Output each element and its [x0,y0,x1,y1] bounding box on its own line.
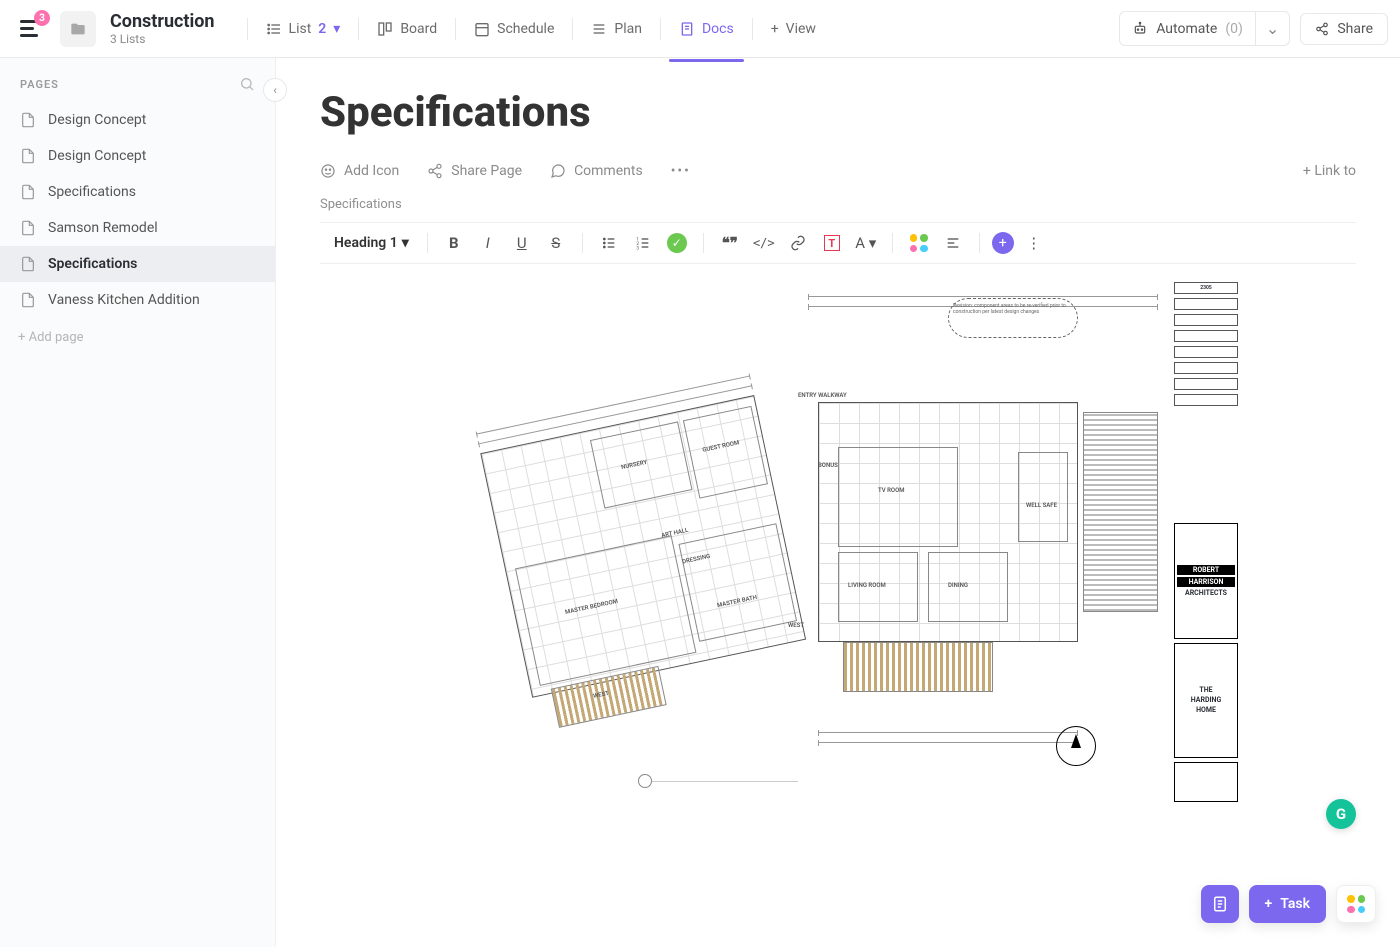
svg-text:3: 3 [636,246,639,251]
floorplan-image: NURSERY GUEST ROOM MASTER BEDROOM MASTER… [438,282,1238,802]
sidebar-item-page[interactable]: Design Concept [0,102,275,138]
automate-button-group: Automate (0) ⌄ [1119,11,1290,46]
share-button[interactable]: Share [1300,13,1388,45]
chevron-down-icon: ▾ [333,21,340,37]
plus-icon: + [992,232,1014,254]
page-icon [20,220,36,236]
new-task-button[interactable]: + Task [1249,885,1326,923]
page-label: Samson Remodel [48,220,158,236]
comments-button[interactable]: Comments [550,163,643,179]
robot-icon [1132,21,1148,37]
checklist-button[interactable]: ✓ [663,229,691,257]
italic-button[interactable]: I [474,229,502,257]
sidebar-item-page[interactable]: Specifications [0,246,275,282]
bold-button[interactable]: B [440,229,468,257]
editor-toolbar: Heading 1 ▾ B I U S 123 ✓ ❝❞ </> T A ▾ +… [320,222,1356,264]
caret-down-icon: ▾ [402,235,409,251]
floating-actions: + Task [1201,885,1376,923]
link-button[interactable] [784,229,812,257]
project-subtitle: 3 Lists [110,32,215,46]
notification-badge: 3 [34,10,50,26]
plus-icon: + [771,21,779,37]
tab-schedule[interactable]: Schedule [460,13,568,45]
page-label: Specifications [48,256,137,272]
slider-knob[interactable] [638,774,652,788]
apps-button[interactable] [905,229,933,257]
bullet-list-button[interactable] [595,229,623,257]
more-toolbar[interactable]: ⋮ [1020,229,1048,257]
apps-icon [1347,895,1365,913]
comment-icon [550,163,566,179]
chevron-down-icon: ⌄ [1266,19,1279,38]
strike-button[interactable]: S [542,229,570,257]
heading-select[interactable]: Heading 1 ▾ [328,231,415,255]
font-button[interactable]: A ▾ [852,229,880,257]
search-icon[interactable] [239,76,255,92]
notepad-icon [1211,895,1229,913]
sidebar-item-page[interactable]: Samson Remodel [0,210,275,246]
doc-main: Specifications Add Icon Share Page Comme… [276,58,1400,947]
insert-button[interactable]: + [992,232,1014,254]
tab-plan[interactable]: Plan [577,13,656,45]
quick-apps-button[interactable] [1336,885,1376,923]
titleblock: 2305 ROBERT HARRISON ARCHITECTS THE HARD… [1174,282,1238,802]
align-button[interactable] [939,229,967,257]
link-to-button[interactable]: + Link to [1303,163,1356,179]
add-icon-button[interactable]: Add Icon [320,163,399,179]
top-right: Automate (0) ⌄ Share [1119,11,1388,46]
tab-list[interactable]: List 2 ▾ [252,13,355,45]
tab-board[interactable]: Board [363,13,451,45]
compass-icon [1056,726,1096,766]
smile-icon [320,163,336,179]
breadcrumb[interactable]: Specifications [320,197,1356,212]
notepad-button[interactable] [1201,885,1239,923]
grammarly-badge[interactable]: G [1326,799,1356,829]
sidebar-item-page[interactable]: Specifications [0,174,275,210]
doc-actions: Add Icon Share Page Comments ••• + Link … [320,163,1356,179]
pages-header: PAGES [0,76,275,102]
folder-icon[interactable] [60,11,96,47]
revision-cloud: Revision: component areas to be re-verif… [948,298,1078,338]
page-icon [20,112,36,128]
image-slider[interactable] [638,781,798,782]
underline-button[interactable]: U [508,229,536,257]
color-block-button[interactable]: T [818,229,846,257]
add-view[interactable]: + View [757,13,830,45]
page-icon [20,292,36,308]
sidebar-item-page[interactable]: Design Concept [0,138,275,174]
tab-docs[interactable]: Docs [665,13,748,45]
page-icon [20,256,36,272]
more-actions[interactable]: ••• [671,163,691,179]
menu-button[interactable]: 3 [12,14,48,43]
top-bar: 3 Construction 3 Lists List 2 ▾ Board Sc… [0,0,1400,58]
automate-dropdown[interactable]: ⌄ [1255,12,1289,45]
page-icon [20,184,36,200]
project-title: Construction [110,11,215,32]
sidebar: ‹ PAGES Design ConceptDesign ConceptSpec… [0,58,276,947]
check-icon: ✓ [667,233,687,253]
automate-button[interactable]: Automate (0) [1120,14,1255,44]
apps-icon [910,234,928,252]
quote-button[interactable]: ❝❞ [716,229,744,257]
share-icon [427,163,443,179]
page-label: Design Concept [48,148,146,164]
doc-title[interactable]: Specifications [320,88,1356,137]
share-icon [1315,22,1329,36]
code-button[interactable]: </> [750,229,778,257]
number-list-button[interactable]: 123 [629,229,657,257]
add-page[interactable]: + Add page [0,318,275,357]
page-label: Specifications [48,184,136,200]
page-label: Design Concept [48,112,146,128]
page-icon [20,148,36,164]
project-title-block[interactable]: Construction 3 Lists [110,11,215,46]
view-tabs: List 2 ▾ Board Schedule Plan Docs + View [243,13,830,45]
page-label: Vaness Kitchen Addition [48,292,200,308]
share-page-button[interactable]: Share Page [427,163,522,179]
plus-icon: + [1265,896,1273,912]
sidebar-item-page[interactable]: Vaness Kitchen Addition [0,282,275,318]
